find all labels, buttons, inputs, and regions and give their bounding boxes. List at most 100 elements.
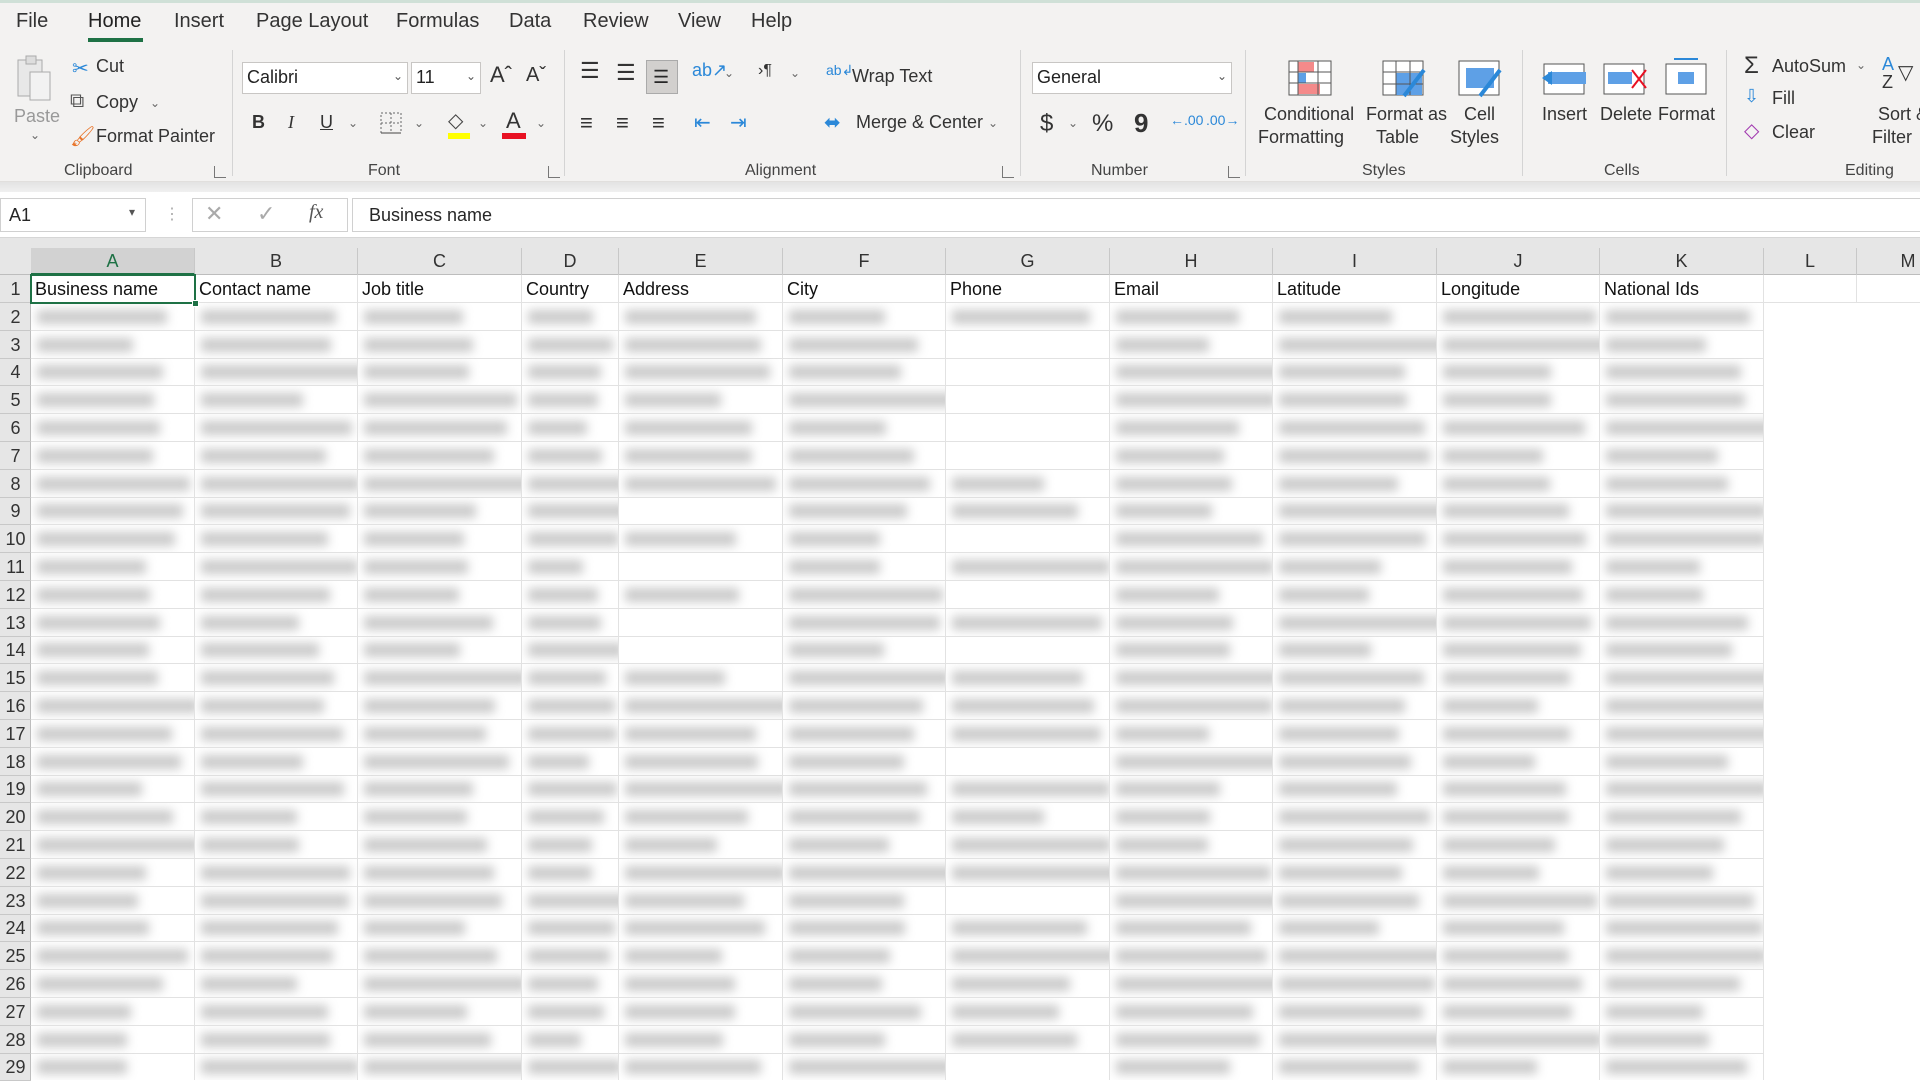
cell-i20[interactable]: [1273, 803, 1437, 832]
cell-e21[interactable]: [619, 831, 783, 859]
row-header-12[interactable]: 12: [0, 581, 31, 609]
cell-j21[interactable]: [1437, 831, 1600, 859]
cell-j27[interactable]: [1437, 997, 1600, 1026]
chevron-down-icon[interactable]: ⌄: [150, 96, 160, 110]
increase-font-size-button[interactable]: Aˆ: [490, 62, 512, 88]
cell-b5[interactable]: [195, 386, 358, 415]
row-header-10[interactable]: 10: [0, 525, 31, 554]
cell-g21[interactable]: [946, 831, 1110, 859]
cell-c16[interactable]: [358, 692, 522, 720]
cell-j5[interactable]: [1437, 386, 1600, 415]
cell-c25[interactable]: [358, 942, 522, 971]
cell-j16[interactable]: [1437, 692, 1600, 720]
dialog-launcher-icon[interactable]: [1002, 166, 1014, 178]
chevron-down-icon[interactable]: ⌄: [348, 116, 358, 130]
insert-cells-button[interactable]: Insert: [1538, 54, 1590, 154]
cell-k17[interactable]: [1600, 719, 1764, 748]
row-header-20[interactable]: 20: [0, 803, 31, 832]
cell-e11[interactable]: [619, 553, 783, 581]
tab-page-layout[interactable]: Page Layout: [256, 10, 368, 33]
cell-j19[interactable]: [1437, 775, 1600, 804]
cell-c14[interactable]: [358, 636, 522, 665]
increase-indent-button[interactable]: ⇥: [730, 110, 747, 135]
cell-a15[interactable]: [31, 664, 195, 693]
cell-k4[interactable]: [1600, 358, 1764, 387]
cell-a29[interactable]: [31, 1053, 195, 1080]
cell-k22[interactable]: [1600, 858, 1764, 887]
name-box[interactable]: A1 ▾: [0, 198, 146, 232]
cell-a23[interactable]: [31, 886, 195, 915]
dialog-launcher-icon[interactable]: [1228, 166, 1240, 178]
cell-d16[interactable]: [522, 692, 619, 720]
cell-l1[interactable]: [1764, 275, 1857, 303]
text-direction-button[interactable]: ›¶: [758, 62, 772, 80]
column-header-a[interactable]: A: [31, 248, 195, 275]
cell-e24[interactable]: [619, 914, 783, 943]
cell-a28[interactable]: [31, 1025, 195, 1054]
cell-a22[interactable]: [31, 858, 195, 887]
cell-d26[interactable]: [522, 970, 619, 998]
cell-k1[interactable]: National Ids: [1600, 275, 1764, 303]
cell-c23[interactable]: [358, 886, 522, 915]
cell-b26[interactable]: [195, 970, 358, 998]
cell-i6[interactable]: [1273, 414, 1437, 442]
cell-i19[interactable]: [1273, 775, 1437, 804]
cell-j17[interactable]: [1437, 719, 1600, 748]
cell-g9[interactable]: [946, 497, 1110, 526]
chevron-down-icon[interactable]: ⌄: [536, 116, 546, 130]
cell-h27[interactable]: [1110, 997, 1273, 1026]
tab-file[interactable]: File: [16, 10, 48, 33]
cell-c7[interactable]: [358, 441, 522, 470]
column-header-i[interactable]: I: [1273, 248, 1437, 275]
paste-button[interactable]: Paste ⌄: [10, 54, 60, 144]
fill-button[interactable]: Fill: [1772, 88, 1795, 109]
cell-h3[interactable]: [1110, 330, 1273, 359]
cell-j26[interactable]: [1437, 970, 1600, 998]
cell-i18[interactable]: [1273, 747, 1437, 776]
cell-f15[interactable]: [783, 664, 946, 693]
cell-d6[interactable]: [522, 414, 619, 442]
decrease-indent-button[interactable]: ⇤: [694, 110, 711, 135]
cell-e9[interactable]: [619, 497, 783, 526]
cell-b15[interactable]: [195, 664, 358, 693]
cell-d28[interactable]: [522, 1025, 619, 1054]
cell-g26[interactable]: [946, 970, 1110, 998]
cell-c19[interactable]: [358, 775, 522, 804]
cell-a27[interactable]: [31, 997, 195, 1026]
column-header-e[interactable]: E: [619, 248, 783, 275]
cell-c1[interactable]: Job title: [358, 275, 522, 303]
cell-f17[interactable]: [783, 719, 946, 748]
chevron-down-icon[interactable]: ⌄: [1068, 116, 1078, 130]
row-header-19[interactable]: 19: [0, 775, 31, 804]
bottom-align-button[interactable]: ☰: [646, 60, 678, 94]
cell-g7[interactable]: [946, 441, 1110, 470]
cell-k26[interactable]: [1600, 970, 1764, 998]
autosum-button[interactable]: AutoSum: [1772, 56, 1846, 77]
cell-d29[interactable]: [522, 1053, 619, 1080]
cell-c10[interactable]: [358, 525, 522, 554]
cell-e23[interactable]: [619, 886, 783, 915]
cell-f14[interactable]: [783, 636, 946, 665]
cell-d25[interactable]: [522, 942, 619, 971]
cell-i3[interactable]: [1273, 330, 1437, 359]
column-header-m[interactable]: M: [1857, 248, 1920, 275]
cell-e15[interactable]: [619, 664, 783, 693]
currency-button[interactable]: $: [1040, 110, 1053, 138]
cell-g15[interactable]: [946, 664, 1110, 693]
cell-i11[interactable]: [1273, 553, 1437, 581]
cell-h23[interactable]: [1110, 886, 1273, 915]
cell-j15[interactable]: [1437, 664, 1600, 693]
cell-e7[interactable]: [619, 441, 783, 470]
cell-i15[interactable]: [1273, 664, 1437, 693]
cell-c28[interactable]: [358, 1025, 522, 1054]
column-header-d[interactable]: D: [522, 248, 619, 275]
chevron-down-icon[interactable]: ⌄: [790, 66, 800, 80]
cell-f10[interactable]: [783, 525, 946, 554]
cell-k13[interactable]: [1600, 608, 1764, 637]
cell-b2[interactable]: [195, 302, 358, 331]
cell-j9[interactable]: [1437, 497, 1600, 526]
cell-i10[interactable]: [1273, 525, 1437, 554]
cell-b7[interactable]: [195, 441, 358, 470]
cell-h12[interactable]: [1110, 580, 1273, 609]
fill-handle[interactable]: [192, 300, 199, 307]
